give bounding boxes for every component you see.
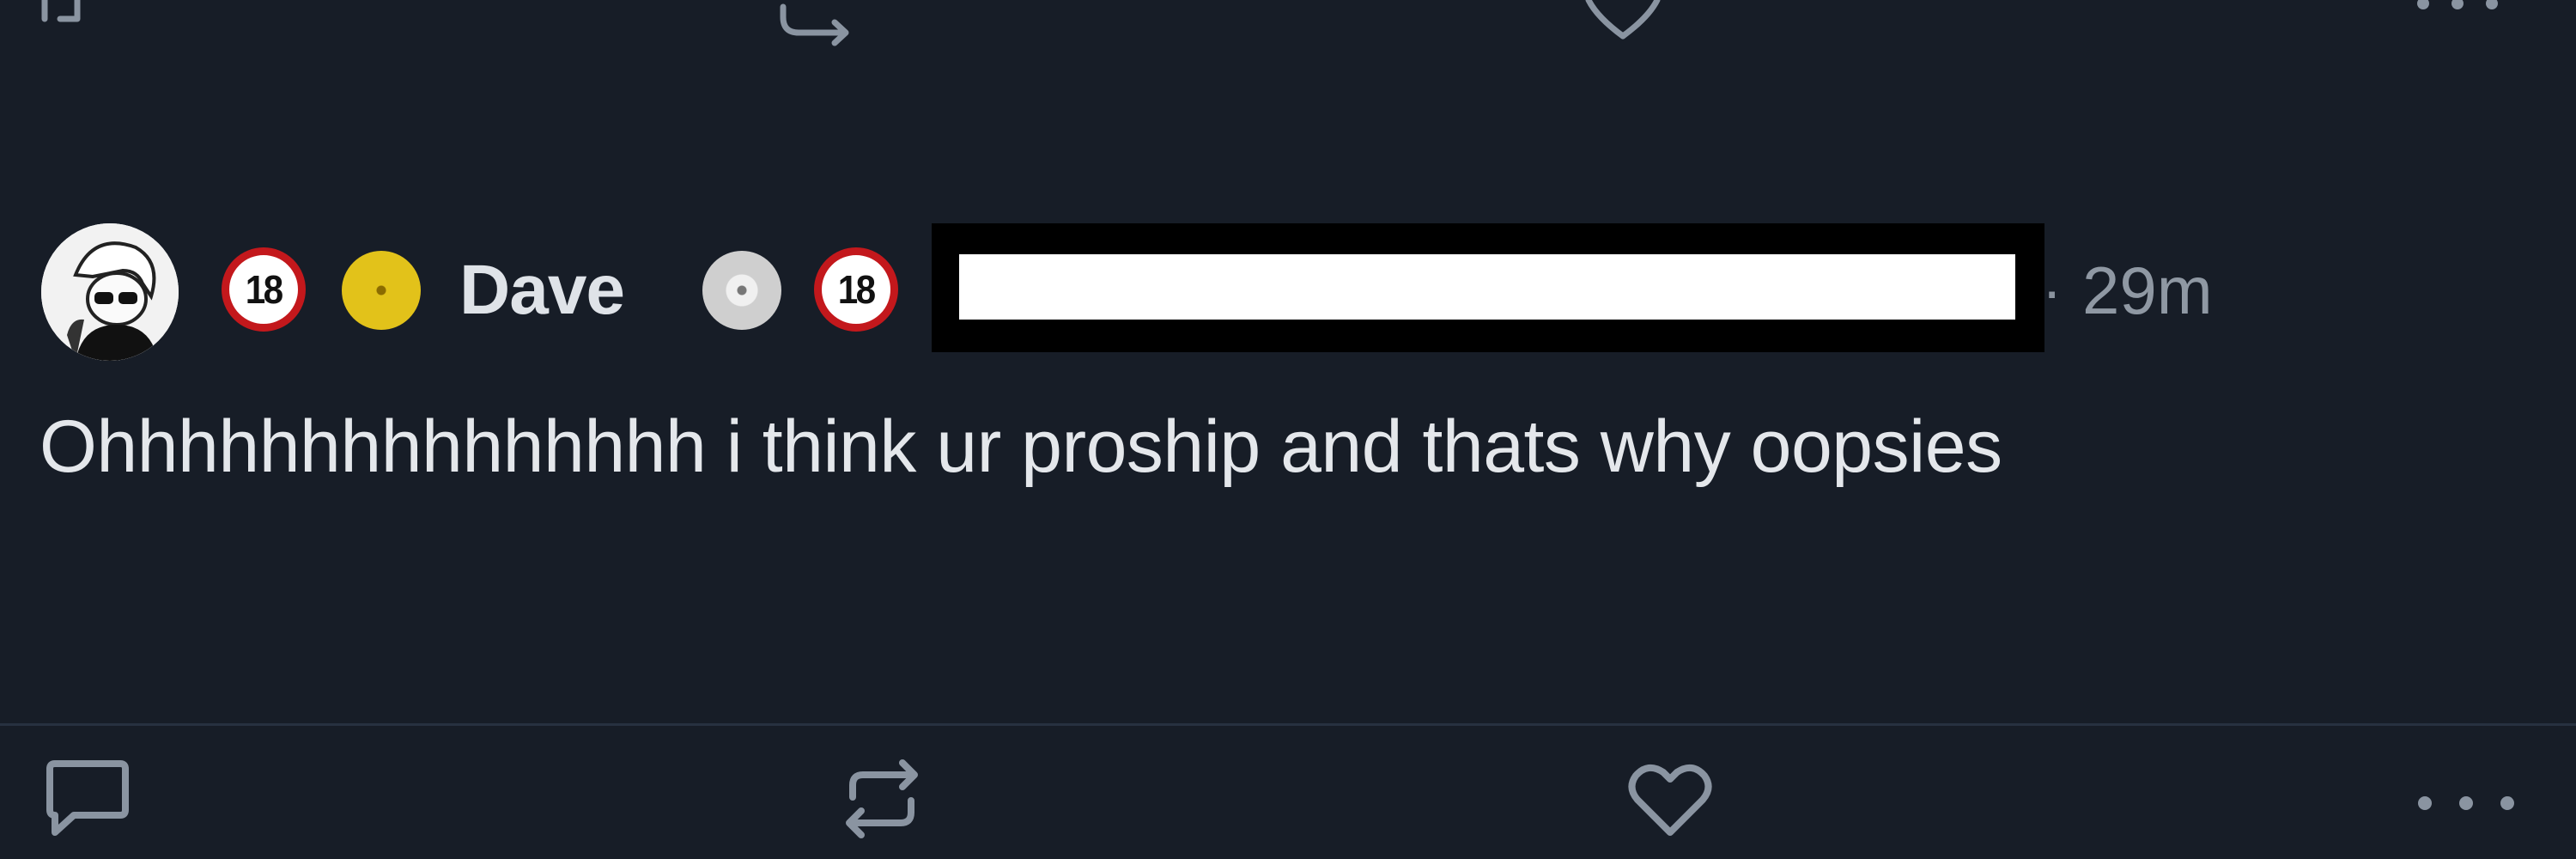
previous-like-icon: [1585, 0, 1661, 40]
badge-18-right: 18: [814, 247, 898, 332]
badge-18-left: 18: [222, 247, 306, 332]
previous-more-icon: [2417, 0, 2498, 9]
separator-dot: ·: [2042, 257, 2063, 324]
post-actions: [0, 541, 2576, 838]
redaction-fill: [959, 254, 2015, 320]
silver-disc-badge-icon: [702, 251, 781, 330]
18-plus-badge-icon: 18: [222, 247, 306, 332]
previous-post-actions: [0, 0, 2576, 52]
previous-repost-icon: [780, 3, 849, 46]
avatar-image: [41, 223, 179, 361]
reply-icon[interactable]: [43, 760, 132, 839]
post-divider: [0, 723, 2576, 726]
post-body: Ohhhhhhhhhhhhhhh i think ur proship and …: [39, 405, 2002, 488]
more-icon[interactable]: [2415, 790, 2518, 816]
previous-reply-icon: [41, 0, 81, 22]
redaction-box: [932, 223, 2044, 352]
timestamp[interactable]: 29m: [2082, 247, 2213, 333]
avatar[interactable]: [41, 223, 179, 361]
post: 18 Dave 18 · 29m Ohhhhhhhhhhhhhhh i thin…: [0, 206, 2576, 838]
display-name[interactable]: Dave: [459, 247, 625, 333]
repost-icon[interactable]: [837, 756, 927, 842]
previous-post-action-icons: [41, 0, 2498, 46]
18-plus-badge-icon: 18: [814, 247, 898, 332]
like-icon[interactable]: [1625, 760, 1715, 839]
gold-disc-badge-icon: [342, 251, 421, 330]
